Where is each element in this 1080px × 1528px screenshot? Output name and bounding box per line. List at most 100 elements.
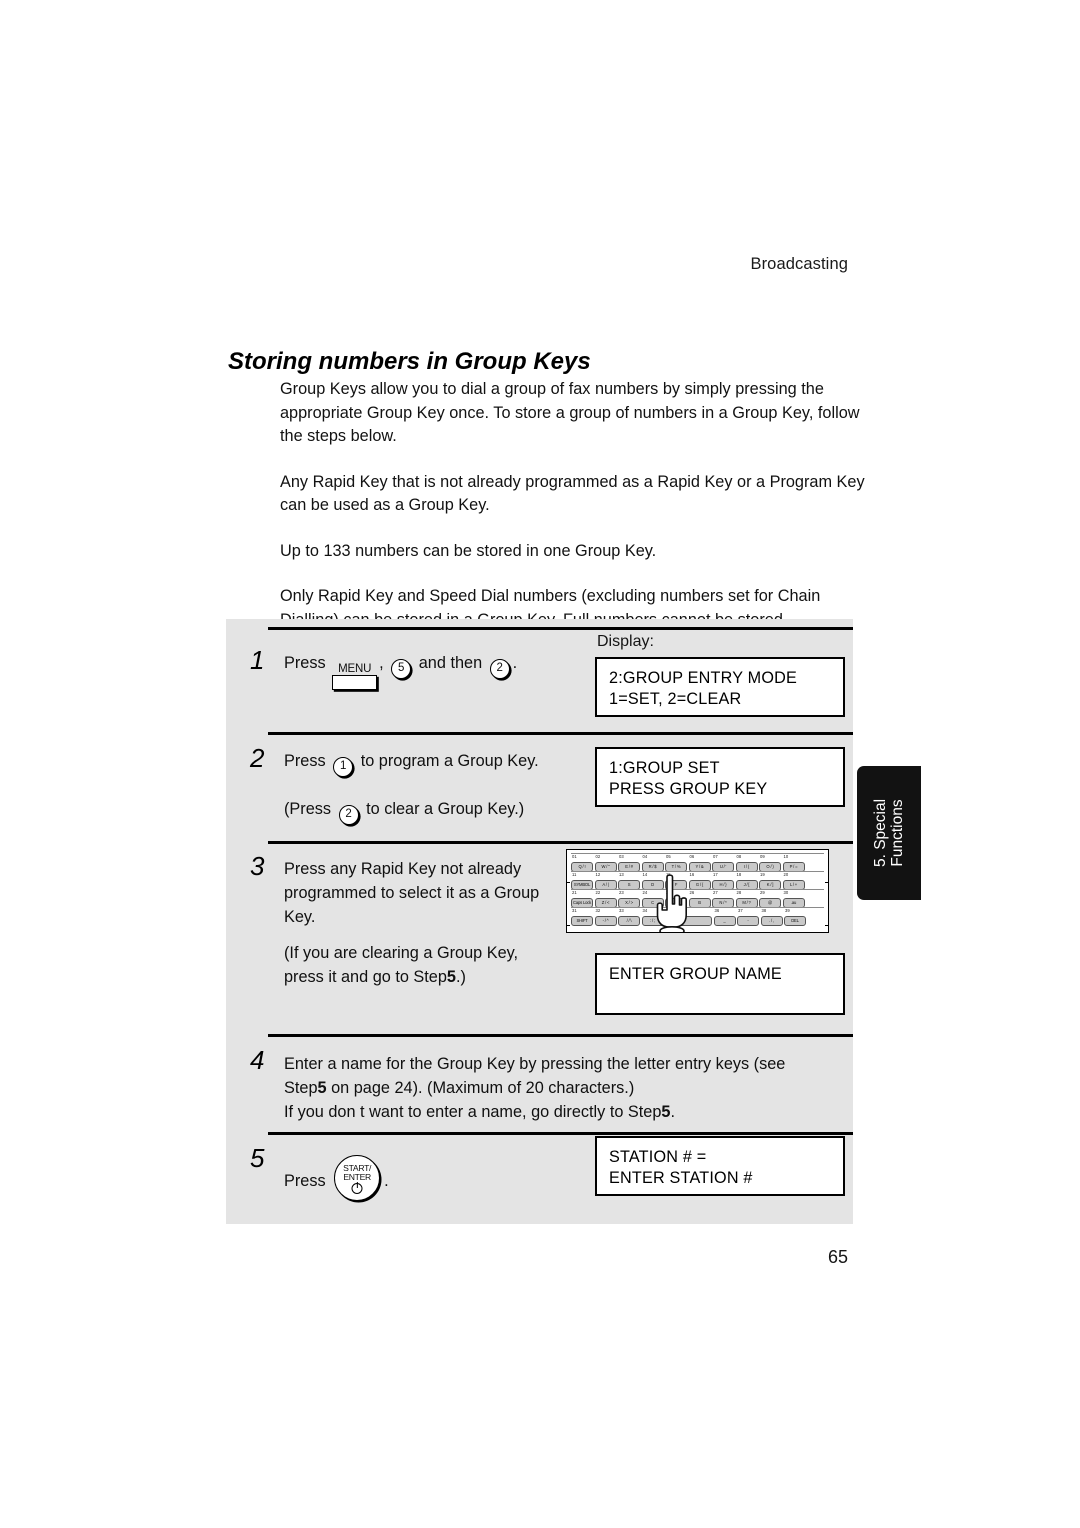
keyboard-key-grid: 01 Q / ! 02 W / " 03 E / #04 R / $05 T / % 06 Y /…: [571, 853, 824, 929]
numeric-key-1[interactable]: 1: [333, 757, 354, 777]
rapid-key-number: 06: [689, 854, 695, 859]
rapid-key-keyboard-figure: 01 Q / ! 02 W / " 03 E / #04 R / $05 T / % 06 Y /…: [566, 849, 829, 933]
chapter-side-tab-text: 5. Special Functions: [872, 799, 906, 867]
rapid-key-23[interactable]: 23 X / >: [618, 890, 640, 908]
rapid-key-12[interactable]: 12 A / |: [594, 872, 617, 890]
chapter-side-tab: 5. Special Functions: [857, 766, 921, 900]
page-number: 65: [827, 1247, 848, 1267]
step-1-comma: ,: [379, 654, 384, 672]
rapid-key-number: 12: [595, 872, 601, 877]
step-5-period: .: [384, 1172, 389, 1190]
start-enter-key-line-2: ENTER: [343, 1172, 371, 1182]
rapid-key-number: 14: [642, 872, 648, 877]
rapid-key-cap-label: DEL: [784, 916, 806, 926]
rapid-key-08[interactable]: 08 I / (: [735, 854, 758, 872]
step-4-instruction: Enter a name for the Group Key by pressi…: [284, 1052, 844, 1124]
rapid-key-06[interactable]: 06 Y / &: [688, 854, 711, 872]
step-2-line-1-text: to program a Group Key.: [360, 752, 539, 770]
step-3-number: 3: [250, 851, 265, 881]
rapid-key-39[interactable]: 39 DEL: [784, 908, 806, 926]
rapid-key-17[interactable]: 17 H / }: [712, 872, 734, 890]
step-divider-5: [268, 1132, 853, 1135]
keyboard-housing-left: [567, 882, 570, 926]
rapid-key-33[interactable]: 33 / / \: [618, 908, 640, 926]
rapid-key-13[interactable]: 13 S: [618, 872, 640, 890]
rapid-key-number: 10: [783, 854, 789, 859]
rapid-key-18[interactable]: 18 J / [: [735, 872, 758, 890]
rapid-key-05[interactable]: 05 T / %: [665, 854, 687, 872]
rapid-key-number: 03: [619, 854, 624, 859]
rapid-key-number: 22: [595, 890, 601, 895]
rapid-key-31[interactable]: 31 SHIFT: [571, 908, 593, 926]
lcd-2-line-1: 1:GROUP SET: [609, 759, 720, 777]
step-5-press-label: Press: [284, 1172, 326, 1190]
step-4-number: 4: [250, 1045, 265, 1075]
rapid-key-21[interactable]: 21 Caps Lock: [571, 890, 593, 908]
running-head: Broadcasting: [750, 255, 848, 273]
rapid-key-32[interactable]: 32 - / ^: [594, 908, 617, 926]
step-1-and-then-label: and then: [418, 654, 483, 672]
rapid-key-cap-label: - / ^: [594, 916, 617, 926]
step-2-instruction-line-1: Press 1 to program a Group Key.: [284, 749, 604, 777]
rapid-key-cap-label: . / ,: [760, 916, 783, 926]
rapid-key-number: 07: [713, 854, 718, 859]
rapid-key-number: 36: [714, 908, 720, 913]
rapid-key-20[interactable]: 20 L / +: [782, 872, 805, 890]
numeric-key-2[interactable]: 2: [489, 659, 510, 679]
keyboard-row-4: 31 SHIFT 32- / ^ 33/ / \ 34: / ; 36 _ 37-38. / …: [571, 907, 824, 926]
rapid-key-04[interactable]: 04 R / $: [641, 854, 664, 872]
rapid-key-number: 24: [642, 890, 648, 895]
step-divider-3: [268, 841, 853, 844]
rapid-key-19[interactable]: 19 K / ]: [759, 872, 781, 890]
rapid-key-02[interactable]: 02 W / ": [594, 854, 617, 872]
start-enter-key[interactable]: START/ ENTER: [334, 1155, 381, 1201]
rapid-key-01[interactable]: 01 Q / !: [571, 854, 593, 872]
rapid-key-38[interactable]: 38 . / ,: [760, 908, 783, 926]
lcd-display-1: 2:GROUP ENTRY MODE 1=SET, 2=CLEAR: [595, 657, 845, 717]
rapid-key-number: 37: [738, 908, 743, 913]
rapid-key-cap-label: _: [713, 916, 736, 926]
step-1-number: 1: [250, 645, 265, 675]
rapid-key-37[interactable]: 37 -: [737, 908, 759, 926]
rapid-key-16[interactable]: 16 G / {: [688, 872, 711, 890]
power-symbol-icon: [351, 1183, 363, 1194]
rapid-key-28[interactable]: 28 M / ?: [735, 890, 758, 908]
rapid-key-27[interactable]: 27 N / *: [712, 890, 734, 908]
rapid-key-09[interactable]: 09 O / ): [759, 854, 781, 872]
rapid-key-number: 38: [761, 908, 767, 913]
step-3-instruction-line-1: Press any Rapid Key not already programm…: [284, 860, 540, 926]
rapid-key-26[interactable]: 26 B: [688, 890, 711, 908]
rapid-key-number: 04: [642, 854, 648, 859]
numeric-key-2-clear[interactable]: 2: [338, 805, 359, 825]
lcd-display-3: ENTER GROUP NAME: [595, 953, 845, 1015]
rapid-key-30[interactable]: 30 .au: [782, 890, 805, 908]
lcd-5-line-1: STATION # =: [609, 1148, 707, 1166]
step-4-line-3-mid: t want to enter a name, go directly to S…: [360, 1103, 662, 1121]
rapid-key-number: 39: [785, 908, 790, 913]
lcd-1-line-2: 1=SET, 2=CLEAR: [609, 690, 742, 708]
rapid-key-29[interactable]: 29 @: [759, 890, 781, 908]
rapid-key-07[interactable]: 07 U / ': [712, 854, 734, 872]
lcd-display-2: 1:GROUP SET PRESS GROUP KEY: [595, 747, 845, 807]
rapid-key-number: 30: [783, 890, 789, 895]
step-divider-4: [268, 1034, 853, 1037]
menu-key-body: [332, 675, 378, 690]
numeric-key-5[interactable]: 5: [391, 659, 412, 679]
rapid-key-03[interactable]: 03 E / #: [618, 854, 640, 872]
step-3-note-post: .): [455, 968, 466, 986]
keyboard-row-3: 21Caps Lock22Z / <23X / >24C25V26B27N / …: [571, 889, 824, 908]
rapid-key-36[interactable]: 36 _: [713, 908, 736, 926]
step-divider-2: [268, 732, 853, 735]
rapid-key-number: 01: [572, 854, 577, 859]
rapid-key-11[interactable]: 11 SYMBOL: [571, 872, 593, 890]
step-1-instruction: Press MENU , 5 and then 2.: [284, 651, 614, 690]
step-2-number: 2: [250, 743, 265, 773]
rapid-key-10[interactable]: 10 P / =: [782, 854, 805, 872]
rapid-key-number: 32: [595, 908, 601, 913]
rapid-key-number: 21: [572, 890, 577, 895]
step-4-step-ref-1: 5: [317, 1079, 327, 1097]
step-2-instruction-line-2: (Press 2 to clear a Group Key.): [284, 797, 604, 825]
step-4-line-2-pre: Step: [284, 1079, 318, 1097]
rapid-key-22[interactable]: 22 Z / <: [594, 890, 617, 908]
menu-key[interactable]: MENU: [332, 663, 378, 690]
